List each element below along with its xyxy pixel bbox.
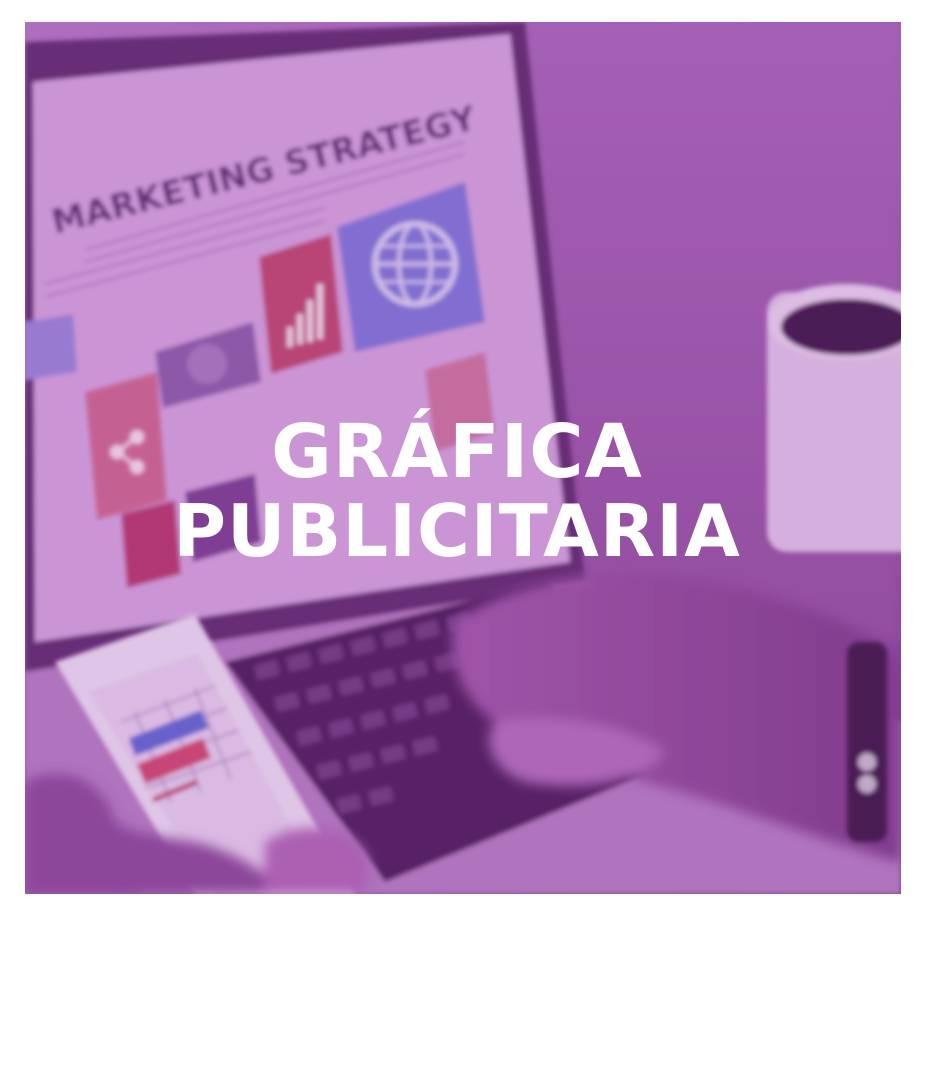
title-line-2: PUBLICITARIA bbox=[173, 489, 741, 574]
card-title: GRÁFICA PUBLICITARIA bbox=[25, 415, 901, 567]
title-line-1: GRÁFICA bbox=[271, 409, 643, 496]
category-card[interactable]: MARKETING STRATEGY GRÁFICA PUBLICITARIA bbox=[25, 22, 901, 894]
